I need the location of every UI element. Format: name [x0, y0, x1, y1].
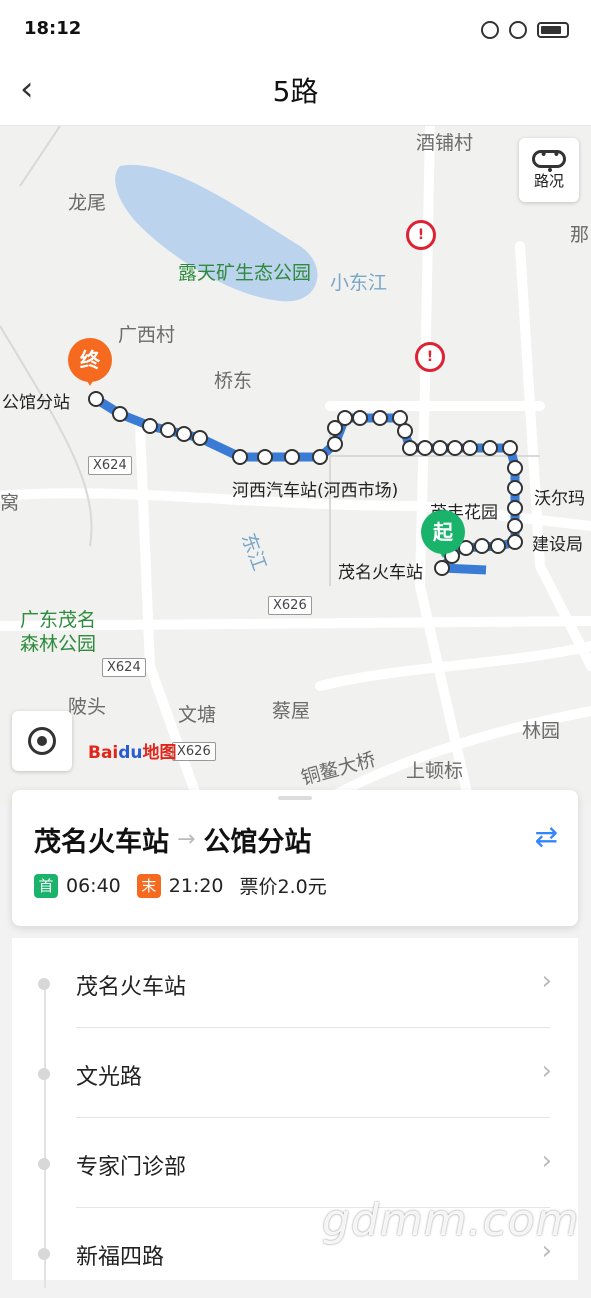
map-label-guangxi: 广西村 [118, 324, 176, 346]
road-tag: X624 [102, 658, 146, 677]
first-bus-time: 06:40 [66, 874, 121, 897]
start-pin[interactable]: 起 [421, 510, 465, 564]
map-label-hexi-station: 河西汽车站(河西市场) [232, 481, 399, 501]
route-map[interactable]: 酒铺村 龙尾 露天矿生态公园 小东江 广西村 桥东 那 公馆分站 河西汽车站(河… [0, 126, 591, 806]
map-label-qiaodong: 桥东 [214, 370, 253, 392]
roadwork-icon[interactable]: ! [406, 220, 436, 250]
last-bus-badge: 末 [136, 873, 161, 898]
list-item[interactable]: 文光路 › [12, 1028, 578, 1118]
road-tag: X626 [268, 596, 312, 615]
battery-icon [537, 22, 569, 38]
first-bus-badge: 首 [34, 873, 58, 898]
end-pin[interactable]: 终 [68, 338, 112, 392]
map-label-end-stop: 公馆分站 [2, 393, 70, 413]
locate-button[interactable] [12, 711, 72, 771]
map-label-start-stop: 茂名火车站 [338, 563, 423, 583]
road-tag: X626 [172, 742, 216, 761]
traffic-button[interactable]: 路况 [519, 138, 579, 202]
chevron-right-icon: › [541, 1146, 552, 1176]
locate-icon-dot [37, 736, 47, 746]
stop-dot-icon [38, 1248, 50, 1260]
page-title: 5路 [272, 75, 319, 108]
drag-handle[interactable] [278, 796, 312, 800]
map-label-shangdunbiao: 上顿标 [406, 760, 464, 782]
last-bus-time: 21:20 [168, 874, 224, 897]
status-time: 18:12 [24, 18, 82, 39]
schedule-info: 首 06:40 末 21:20 票价2.0元 [34, 872, 327, 899]
traffic-icon [532, 147, 566, 179]
map-label-jianshe: 建设局 [532, 535, 583, 555]
map-label-jiupu: 酒铺村 [416, 132, 474, 154]
status-icons [481, 18, 569, 42]
road-tag: X624 [88, 456, 132, 475]
map-label-wentang: 文塘 [178, 704, 217, 726]
stop-dot-icon [38, 1158, 50, 1170]
route-summary-card[interactable]: 茂名火车站 → 公馆分站 ⇄ 首 06:40 末 21:20 票价2.0元 [12, 790, 578, 926]
stop-name: 专家门诊部 [76, 1155, 187, 1180]
map-label-walmart: 沃尔玛 [534, 489, 585, 509]
end-pin-tail [82, 372, 98, 386]
roadwork-icon[interactable]: ! [415, 342, 445, 372]
map-label-river: 小东江 [330, 272, 388, 294]
stop-name: 文光路 [76, 1065, 143, 1090]
route-to: 公馆分站 [203, 827, 312, 858]
map-label-park: 露天矿生态公园 [178, 262, 312, 284]
stop-name: 新福四路 [76, 1245, 165, 1270]
map-label-na: 那 [570, 224, 590, 246]
route-arrow-icon: → [177, 827, 196, 852]
start-pin-tail [435, 544, 451, 558]
lock-rotation-icon [481, 21, 499, 39]
watermark: gdmm.com [322, 1195, 580, 1246]
status-bar: 18:12 [0, 0, 591, 58]
map-label-longwei: 龙尾 [68, 192, 107, 214]
nav-bar: ‹ 5路 [0, 58, 591, 126]
route-endpoints: 茂名火车站 → 公馆分站 [34, 820, 311, 859]
location-icon [509, 21, 527, 39]
map-label-caiwu: 蔡屋 [272, 700, 311, 722]
map-label-pitou: 陂头 [68, 696, 107, 718]
map-label-forest-park: 广东茂名森林公园 [20, 609, 97, 655]
route-from: 茂名火车站 [34, 827, 169, 858]
chevron-right-icon: › [541, 1056, 552, 1086]
fare: 票价2.0元 [239, 876, 327, 898]
chevron-right-icon: › [541, 966, 552, 996]
baidu-map-logo: Baidu地图 [88, 743, 177, 763]
swap-direction-icon[interactable]: ⇄ [535, 820, 558, 853]
list-item[interactable]: 茂名火车站 › [12, 938, 578, 1028]
stop-name: 茂名火车站 [76, 975, 187, 1000]
stop-dot-icon [38, 978, 50, 990]
map-label-linyuan: 林园 [522, 720, 561, 742]
map-label-wo: 窝 [0, 492, 20, 514]
stop-dot-icon [38, 1068, 50, 1080]
